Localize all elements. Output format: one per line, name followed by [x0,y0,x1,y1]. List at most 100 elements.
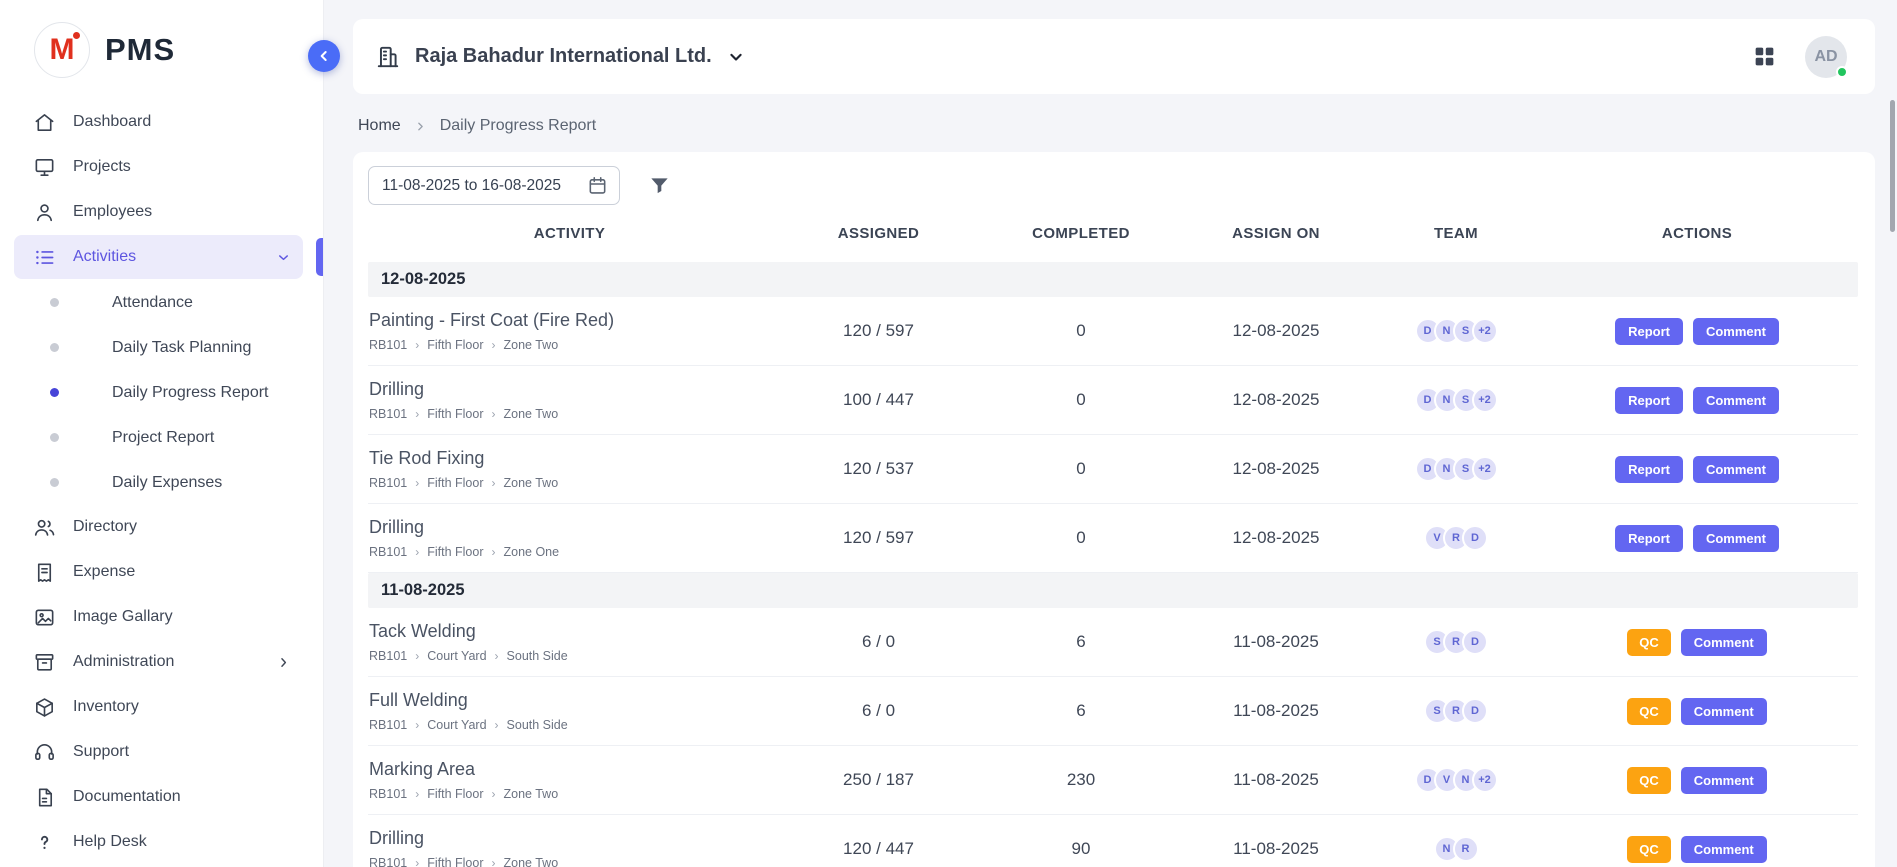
qc-button[interactable]: QC [1627,836,1671,863]
path-segment: RB101 [369,787,407,801]
team-overflow-badge[interactable]: +2 [1472,456,1498,482]
online-status-dot [1836,66,1848,78]
actions-cell: Report Comment [1536,525,1858,552]
team-member-badge[interactable]: D [1462,525,1488,551]
chevron-down-icon [276,250,291,265]
breadcrumb-home[interactable]: Home [358,117,401,135]
team-cell: SRD [1376,698,1536,724]
activity-name: Drilling [369,828,761,849]
table-row: DrillingRB101›Fifth Floor›Zone Two120 / … [368,815,1858,867]
support-icon [32,740,56,764]
path-segment: Fifth Floor [427,338,483,352]
path-segment: Zone One [504,545,560,559]
team-overflow-badge[interactable]: +2 [1472,387,1498,413]
pms-logo-icon: M [34,22,90,78]
activity-location-path: RB101›Court Yard›South Side [369,718,761,732]
user-avatar[interactable]: AD [1805,36,1847,78]
chevron-right-icon: › [492,788,496,800]
sidebar-subitem-project-report[interactable]: Project Report [14,415,303,460]
sidebar-item-help-desk[interactable]: Help Desk [14,820,303,864]
activity-location-path: RB101›Fifth Floor›Zone One [369,545,761,559]
chevron-right-icon: › [492,408,496,420]
chevron-right-icon [276,655,291,670]
scrollbar-thumb[interactable] [1890,100,1895,232]
sidebar-subitem-label: Project Report [112,429,214,447]
report-button[interactable]: Report [1615,387,1683,414]
report-button[interactable]: Report [1615,456,1683,483]
team-member-badge[interactable]: D [1462,629,1488,655]
sidebar-subitem-daily-expenses[interactable]: Daily Expenses [14,460,303,505]
sidebar-item-directory[interactable]: Directory [14,505,303,549]
completed-cell: 90 [986,839,1176,859]
sidebar-item-inventory[interactable]: Inventory [14,685,303,729]
activity-cell: Tack WeldingRB101›Court Yard›South Side [368,621,771,663]
chevron-down-icon [726,47,746,67]
administration-icon [32,650,56,674]
main-area: Raja Bahadur International Ltd. AD Home … [324,0,1897,867]
completed-cell: 6 [986,632,1176,652]
activity-cell: Marking AreaRB101›Fifth Floor›Zone Two [368,759,771,801]
date-range-input[interactable] [382,177,578,195]
comment-button[interactable]: Comment [1693,525,1779,552]
sidebar-item-label: Help Desk [73,833,147,851]
sidebar-item-image-gallary[interactable]: Image Gallary [14,595,303,639]
documentation-icon [32,785,56,809]
sidebar-item-support[interactable]: Support [14,730,303,774]
comment-button[interactable]: Comment [1693,318,1779,345]
report-button[interactable]: Report [1615,525,1683,552]
completed-cell: 6 [986,701,1176,721]
breadcrumb-current: Daily Progress Report [440,117,597,135]
sidebar-item-dashboard[interactable]: Dashboard [14,100,303,144]
chevron-right-icon: › [415,339,419,351]
column-header-completed: COMPLETED [986,225,1176,242]
comment-button[interactable]: Comment [1681,629,1767,656]
sidebar-subitem-daily-task-planning[interactable]: Daily Task Planning [14,325,303,370]
comment-button[interactable]: Comment [1693,456,1779,483]
sidebar-item-expense[interactable]: Expense [14,550,303,594]
activity-name: Tack Welding [369,621,761,642]
sidebar-item-documentation[interactable]: Documentation [14,775,303,819]
sidebar-item-administration[interactable]: Administration [14,640,303,684]
sidebar-subitem-attendance[interactable]: Attendance [14,280,303,325]
path-segment: Zone Two [504,856,559,867]
comment-button[interactable]: Comment [1693,387,1779,414]
qc-button[interactable]: QC [1627,629,1671,656]
actions-cell: Report Comment [1536,456,1858,483]
sidebar-subitem-daily-progress-report[interactable]: Daily Progress Report [14,370,303,415]
avatar-initials: AD [1814,48,1837,66]
logo-letter: M [50,33,75,67]
team-overflow-badge[interactable]: +2 [1472,318,1498,344]
sidebar-item-projects[interactable]: Projects [14,145,303,189]
sidebar-item-label: Inventory [73,698,139,716]
chevron-right-icon: › [492,857,496,867]
assign-on-cell: 11-08-2025 [1176,839,1376,859]
inventory-icon [32,695,56,719]
team-member-badge[interactable]: D [1462,698,1488,724]
comment-button[interactable]: Comment [1681,836,1767,863]
apps-grid-button[interactable] [1752,44,1777,69]
sidebar-item-employees[interactable]: Employees [14,190,303,234]
assigned-cell: 6 / 0 [771,701,986,721]
assigned-cell: 250 / 187 [771,770,986,790]
date-group-header: 12-08-2025 [368,262,1858,297]
path-segment: Zone Two [504,476,559,490]
comment-button[interactable]: Comment [1681,698,1767,725]
table-row: DrillingRB101›Fifth Floor›Zone Two100 / … [368,366,1858,435]
path-segment: RB101 [369,545,407,559]
team-cell: DNS+2 [1376,456,1536,482]
filter-button[interactable] [648,174,671,197]
company-selector[interactable]: Raja Bahadur International Ltd. [375,44,746,70]
sidebar-collapse-button[interactable] [308,40,340,72]
qc-button[interactable]: QC [1627,698,1671,725]
actions-cell: QC Comment [1536,767,1858,794]
path-segment: Fifth Floor [427,407,483,421]
date-range-picker[interactable] [368,166,620,205]
team-member-badge[interactable]: R [1453,836,1479,862]
activity-cell: DrillingRB101›Fifth Floor›Zone Two [368,379,771,421]
report-button[interactable]: Report [1615,318,1683,345]
activities-submenu: AttendanceDaily Task PlanningDaily Progr… [14,280,303,505]
qc-button[interactable]: QC [1627,767,1671,794]
team-overflow-badge[interactable]: +2 [1472,767,1498,793]
comment-button[interactable]: Comment [1681,767,1767,794]
sidebar-item-activities[interactable]: Activities [14,235,303,279]
